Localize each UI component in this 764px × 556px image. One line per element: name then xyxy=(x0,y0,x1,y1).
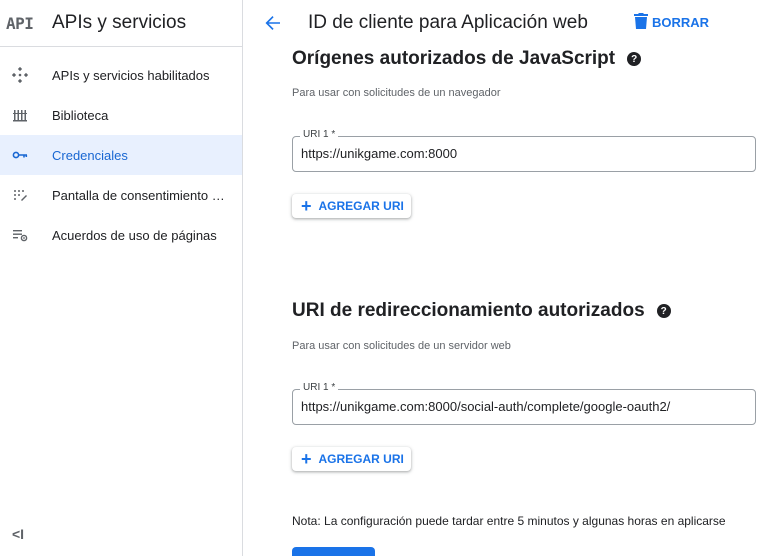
main-content: Orígenes autorizados de JavaScript ? Par… xyxy=(244,46,764,556)
api-logo: API xyxy=(6,13,34,33)
add-uri-label: AGREGAR URI xyxy=(318,199,404,213)
sidebar-item-credentials[interactable]: Credenciales xyxy=(0,135,242,175)
js-origin-uri-input[interactable] xyxy=(301,146,741,161)
redirect-uris-title: URI de redireccionamiento autorizados xyxy=(292,300,645,321)
enabled-apis-icon xyxy=(0,67,40,83)
page-title: ID de cliente para Aplicación web xyxy=(308,12,588,33)
redirect-uri-input[interactable] xyxy=(301,399,741,414)
field-label: URI 1 * xyxy=(300,382,339,393)
redirect-uri-field: URI 1 * xyxy=(292,382,756,425)
help-icon[interactable]: ? xyxy=(627,52,642,66)
key-icon xyxy=(0,147,40,163)
back-arrow-icon[interactable] xyxy=(262,12,284,34)
sidebar: API APIs y servicios APIs y servicios ha… xyxy=(0,0,243,556)
plus-icon: + xyxy=(301,196,312,216)
sidebar-item-page-usage-agreements[interactable]: Acuerdos de uso de páginas xyxy=(0,215,242,255)
help-icon[interactable]: ? xyxy=(656,304,671,318)
library-icon xyxy=(0,107,40,123)
sidebar-item-consent-screen[interactable]: Pantalla de consentimiento … xyxy=(0,175,242,215)
add-redirect-uri-button[interactable]: + AGREGAR URI xyxy=(292,447,411,471)
collapse-sidebar-button[interactable]: <I xyxy=(12,526,24,542)
add-js-origin-uri-button[interactable]: + AGREGAR URI xyxy=(292,194,411,218)
trash-icon xyxy=(634,12,648,33)
js-origins-title: Orígenes autorizados de JavaScript xyxy=(292,48,616,69)
sidebar-item-label: APIs y servicios habilitados xyxy=(52,67,210,83)
sidebar-item-label: Pantalla de consentimiento … xyxy=(52,187,225,203)
config-note: Nota: La configuración puede tardar entr… xyxy=(292,514,726,528)
sidebar-item-enabled-apis[interactable]: APIs y servicios habilitados xyxy=(0,55,242,95)
js-origins-section: Orígenes autorizados de JavaScript ? xyxy=(292,48,642,70)
plus-icon: + xyxy=(301,449,312,469)
sidebar-item-library[interactable]: Biblioteca xyxy=(0,95,242,135)
redirect-uris-section: URI de redireccionamiento autorizados ? xyxy=(292,300,671,322)
sidebar-item-label: Acuerdos de uso de páginas xyxy=(52,227,217,243)
sidebar-header: API APIs y servicios xyxy=(0,0,242,47)
sidebar-item-label: Credenciales xyxy=(52,147,128,163)
delete-button-label: BORRAR xyxy=(652,15,710,30)
save-button[interactable] xyxy=(292,547,375,556)
delete-button[interactable]: BORRAR xyxy=(634,12,709,33)
sidebar-title: APIs y servicios xyxy=(52,12,187,33)
add-uri-label: AGREGAR URI xyxy=(318,452,404,466)
sidebar-nav: APIs y servicios habilitados Biblioteca … xyxy=(0,47,242,255)
page-header: ID de cliente para Aplicación web BORRAR xyxy=(244,0,764,46)
consent-screen-icon xyxy=(0,187,40,203)
js-origins-description: Para usar con solicitudes de un navegado… xyxy=(292,87,501,99)
redirect-uris-description: Para usar con solicitudes de un servidor… xyxy=(292,340,511,352)
sidebar-item-label: Biblioteca xyxy=(52,107,109,123)
field-label: URI 1 * xyxy=(300,129,339,140)
js-origin-uri-field: URI 1 * xyxy=(292,129,756,172)
page-usage-agreements-icon xyxy=(0,227,40,243)
